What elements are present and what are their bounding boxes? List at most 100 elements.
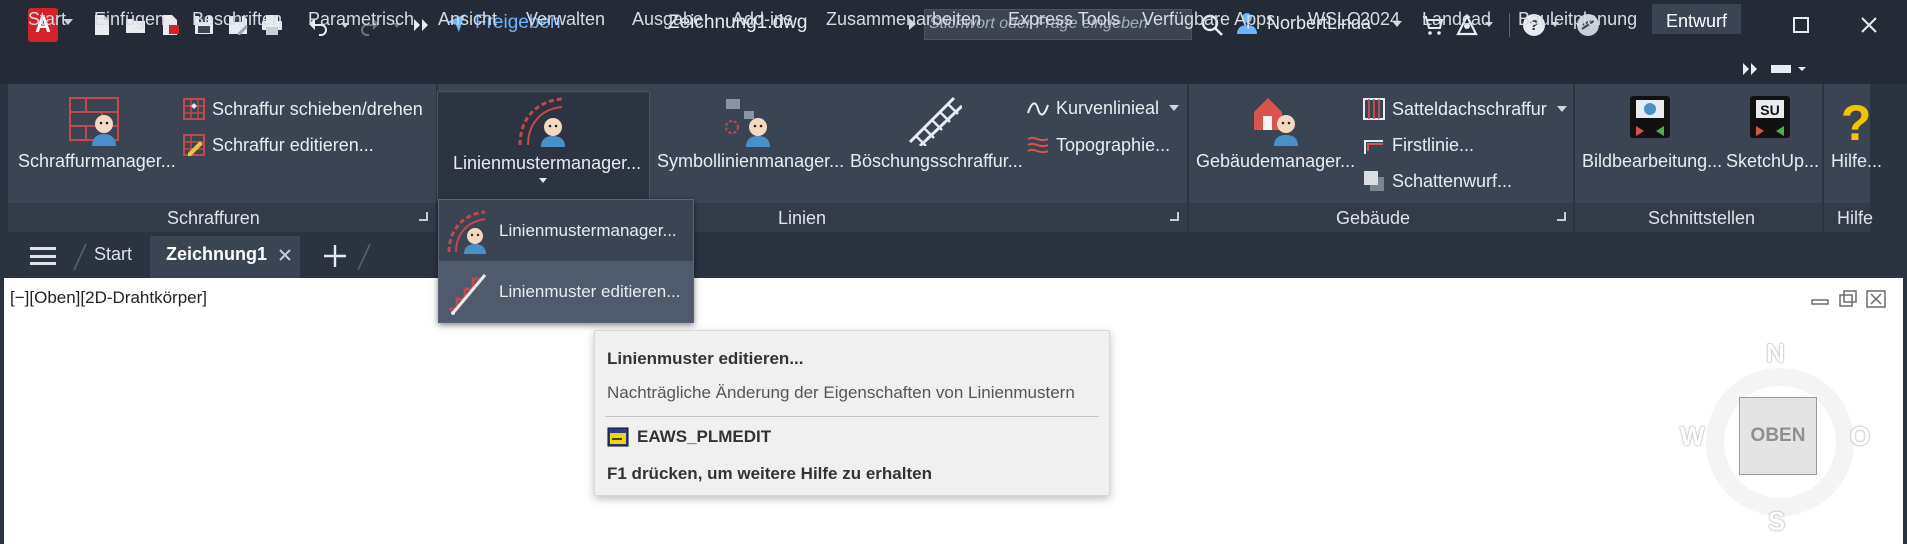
compass-north[interactable]: N xyxy=(1766,338,1785,369)
symbol-line-manager-icon[interactable] xyxy=(722,97,778,147)
image-editing-icon[interactable] xyxy=(1628,94,1672,140)
gable-roof-hatch-label: Satteldachschraffur xyxy=(1392,98,1547,119)
help-question-icon[interactable]: ? xyxy=(1836,94,1876,146)
sketchup-icon[interactable]: SU xyxy=(1748,94,1792,140)
ridge-line-button[interactable]: Firstlinie... xyxy=(1362,133,1474,157)
hatch-move-icon xyxy=(183,98,205,120)
tab-ansicht[interactable]: Ansicht xyxy=(432,4,503,34)
tab-express-tools[interactable]: Express Tools xyxy=(1002,4,1126,34)
hatch-move-rotate-button[interactable]: Schraffur schieben/drehen xyxy=(182,97,423,121)
help-label: Hilfe... xyxy=(1831,151,1883,171)
tab-ausgabe[interactable]: Ausgabe xyxy=(626,4,709,34)
topography-button[interactable]: Topographie... xyxy=(1026,133,1170,157)
tab-bauleitplanung[interactable]: Bauleitplanung xyxy=(1512,4,1643,34)
line-pattern-manager-label: Linienmustermanager... xyxy=(453,153,642,173)
tab-start[interactable]: Start xyxy=(22,4,72,34)
symbol-line-manager-label: Symbollinienmanager... xyxy=(657,151,845,171)
panel-launcher-linien[interactable] xyxy=(1170,212,1179,221)
viewport-minimize-icon[interactable] xyxy=(1810,290,1830,308)
maximize-icon xyxy=(1793,17,1809,33)
embankment-hatch-label: Böschungsschraffur... xyxy=(850,151,1023,171)
hamburger-menu-icon[interactable] xyxy=(30,247,56,265)
topography-label: Topographie... xyxy=(1056,134,1171,155)
ribbon-display-icon[interactable] xyxy=(1770,62,1810,76)
tab-einfuegen[interactable]: Einfügen xyxy=(88,4,171,34)
shadow-cast-label: Schattenwurf... xyxy=(1392,170,1513,191)
line-pattern-dropdown: Linienmustermanager... Linienmuster edit… xyxy=(438,199,694,323)
close-button[interactable] xyxy=(1856,12,1882,38)
sketchup-label: SketchUp... xyxy=(1726,151,1820,171)
close-tab-icon[interactable] xyxy=(278,248,292,262)
tab-wslc2024[interactable]: WSLC2024 xyxy=(1302,4,1406,34)
hatch-move-label: Schraffur schieben/drehen xyxy=(212,98,423,119)
building-manager-icon[interactable] xyxy=(1250,94,1306,146)
more-tabs-icon[interactable] xyxy=(1742,62,1762,76)
tab-zusammenarbeiten[interactable]: Zusammenarbeiten xyxy=(820,4,987,34)
panel-divider xyxy=(1822,84,1824,232)
command-tooltip: Linienmuster editieren... Nachträgliche … xyxy=(594,330,1110,496)
edit-line-pattern-icon xyxy=(449,273,487,315)
close-icon xyxy=(1861,17,1877,33)
svg-text:?: ? xyxy=(1841,95,1872,146)
line-pattern-caret-icon[interactable] xyxy=(539,178,547,183)
shadow-cast-icon xyxy=(1364,171,1384,191)
line-pattern-manager-icon[interactable] xyxy=(516,95,574,147)
tooltip-description: Nachträgliche Änderung der Eigenschaften… xyxy=(607,383,1075,402)
compass-south[interactable]: S xyxy=(1768,506,1785,537)
line-pattern-manager-icon xyxy=(447,210,486,254)
viewport-close-icon[interactable] xyxy=(1866,290,1886,308)
panel-launcher-schraffuren[interactable] xyxy=(419,212,428,221)
command-line-icon xyxy=(607,427,629,447)
panel-divider xyxy=(1573,84,1575,232)
hatch-edit-label: Schraffur editieren... xyxy=(212,134,374,155)
ridge-line-label: Firstlinie... xyxy=(1392,134,1475,155)
tab-separator xyxy=(357,243,371,271)
panel-divider xyxy=(1187,84,1189,232)
tooltip-command: EAWS_PLMEDIT xyxy=(607,427,771,447)
new-tab-icon[interactable] xyxy=(322,243,348,269)
menu-item-edit-line-pattern[interactable]: Linienmuster editieren... xyxy=(439,261,693,322)
hatch-edit-icon xyxy=(183,134,205,156)
panel-launcher-gebaeude[interactable] xyxy=(1557,212,1566,221)
tab-entwurf[interactable]: Entwurf xyxy=(1652,4,1742,34)
panel-title-gebaeude: Gebäude xyxy=(1336,208,1411,228)
viewport-restore-icon[interactable] xyxy=(1838,290,1858,308)
panel-title-bar xyxy=(8,203,1870,232)
french-curve-button[interactable]: Kurvenlinieal xyxy=(1026,97,1180,119)
viewcube-top-face[interactable]: OBEN xyxy=(1739,397,1817,475)
hatch-edit-button[interactable]: Schraffur editieren... xyxy=(182,133,374,157)
tab-verfuegbare-apps[interactable]: Verfügbare Apps xyxy=(1136,4,1281,34)
tab-separator xyxy=(73,243,87,271)
topography-icon xyxy=(1027,136,1049,154)
panel-title-linien: Linien xyxy=(778,208,827,228)
doc-tab-start[interactable]: Start xyxy=(94,244,132,265)
compass-east[interactable]: O xyxy=(1850,421,1870,452)
ribbon-tab-bar xyxy=(0,50,1907,84)
toolbar-divider xyxy=(1509,13,1510,37)
tab-parametrisch[interactable]: Parametrisch xyxy=(302,4,420,34)
menu-item-line-pattern-manager[interactable]: Linienmustermanager... xyxy=(439,200,693,261)
doc-tab-zeichnung1[interactable]: Zeichnung1 xyxy=(166,244,267,265)
panel-title-schraffuren: Schraffuren xyxy=(167,208,260,228)
tab-beschriften[interactable]: Beschriften xyxy=(186,4,288,34)
window-edge xyxy=(1903,278,1907,544)
tooltip-title: Linienmuster editieren... xyxy=(607,349,804,368)
tooltip-command-name: EAWS_PLMEDIT xyxy=(637,427,772,446)
image-editing-label: Bildbearbeitung... xyxy=(1582,151,1723,171)
french-curve-caret-icon[interactable] xyxy=(1169,105,1180,111)
viewport-controls[interactable]: [−][Oben][2D-Drahtkörper] xyxy=(10,288,207,308)
compass-west[interactable]: W xyxy=(1680,421,1705,452)
menu-item-line-pattern-manager-label: Linienmustermanager... xyxy=(499,220,677,240)
roof-hatch-icon xyxy=(1363,98,1385,120)
hatch-manager-icon[interactable] xyxy=(68,94,122,146)
gable-roof-hatch-button[interactable]: Satteldachschraffur xyxy=(1362,97,1567,121)
gable-roof-caret-icon[interactable] xyxy=(1556,106,1567,112)
maximize-button[interactable] xyxy=(1788,12,1814,38)
tab-add-ins[interactable]: Add-ins xyxy=(726,4,799,34)
tab-landcad[interactable]: Landcad xyxy=(1416,4,1497,34)
embankment-hatch-icon[interactable] xyxy=(906,94,962,146)
tooltip-divider xyxy=(605,416,1099,417)
tab-verwalten[interactable]: Verwalten xyxy=(520,4,611,34)
shadow-cast-button[interactable]: Schattenwurf... xyxy=(1362,169,1512,193)
sketchup-badge-text: SU xyxy=(1760,102,1779,118)
